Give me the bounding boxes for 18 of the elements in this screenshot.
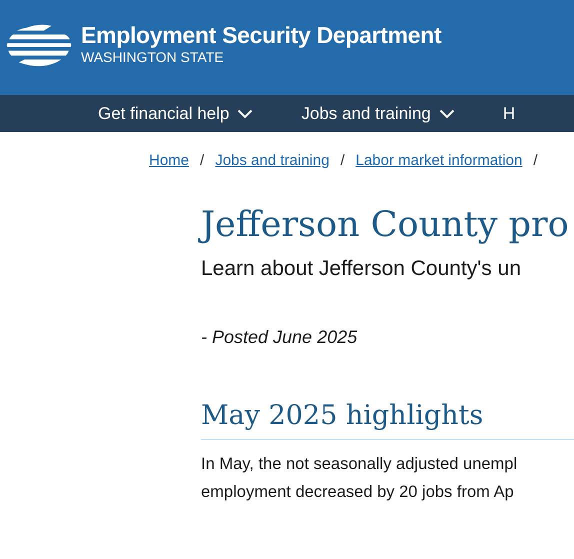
breadcrumb-separator: / [533, 152, 538, 169]
chevron-down-icon [237, 108, 254, 118]
paragraph-line: In May, the not seasonally adjusted unempl [201, 454, 518, 475]
nav-menu-item[interactable]: H [502, 104, 516, 124]
section-heading: May 2025 highlights [201, 400, 574, 440]
posted-date: - Posted June 2025 [201, 327, 358, 348]
breadcrumb-separator: / [340, 152, 345, 169]
chevron-down-icon [438, 108, 455, 118]
site-subtitle: WASHINGTON STATE [81, 49, 225, 65]
nav-menu-item[interactable]: Jobs and training [301, 104, 455, 124]
breadcrumb-separator: / [200, 152, 204, 169]
breadcrumb-link[interactable]: Home [149, 152, 190, 169]
nav-menu-item[interactable]: Get financial help [98, 104, 254, 124]
breadcrumb-link[interactable]: Jobs and training [215, 152, 330, 169]
breadcrumb-link[interactable]: Labor market information [356, 152, 522, 169]
page-intro: Learn about Jefferson County's un [201, 257, 522, 281]
site-title[interactable]: Employment Security Department [81, 22, 442, 49]
paragraph-line: employment decreased by 20 jobs from Ap [201, 482, 514, 503]
